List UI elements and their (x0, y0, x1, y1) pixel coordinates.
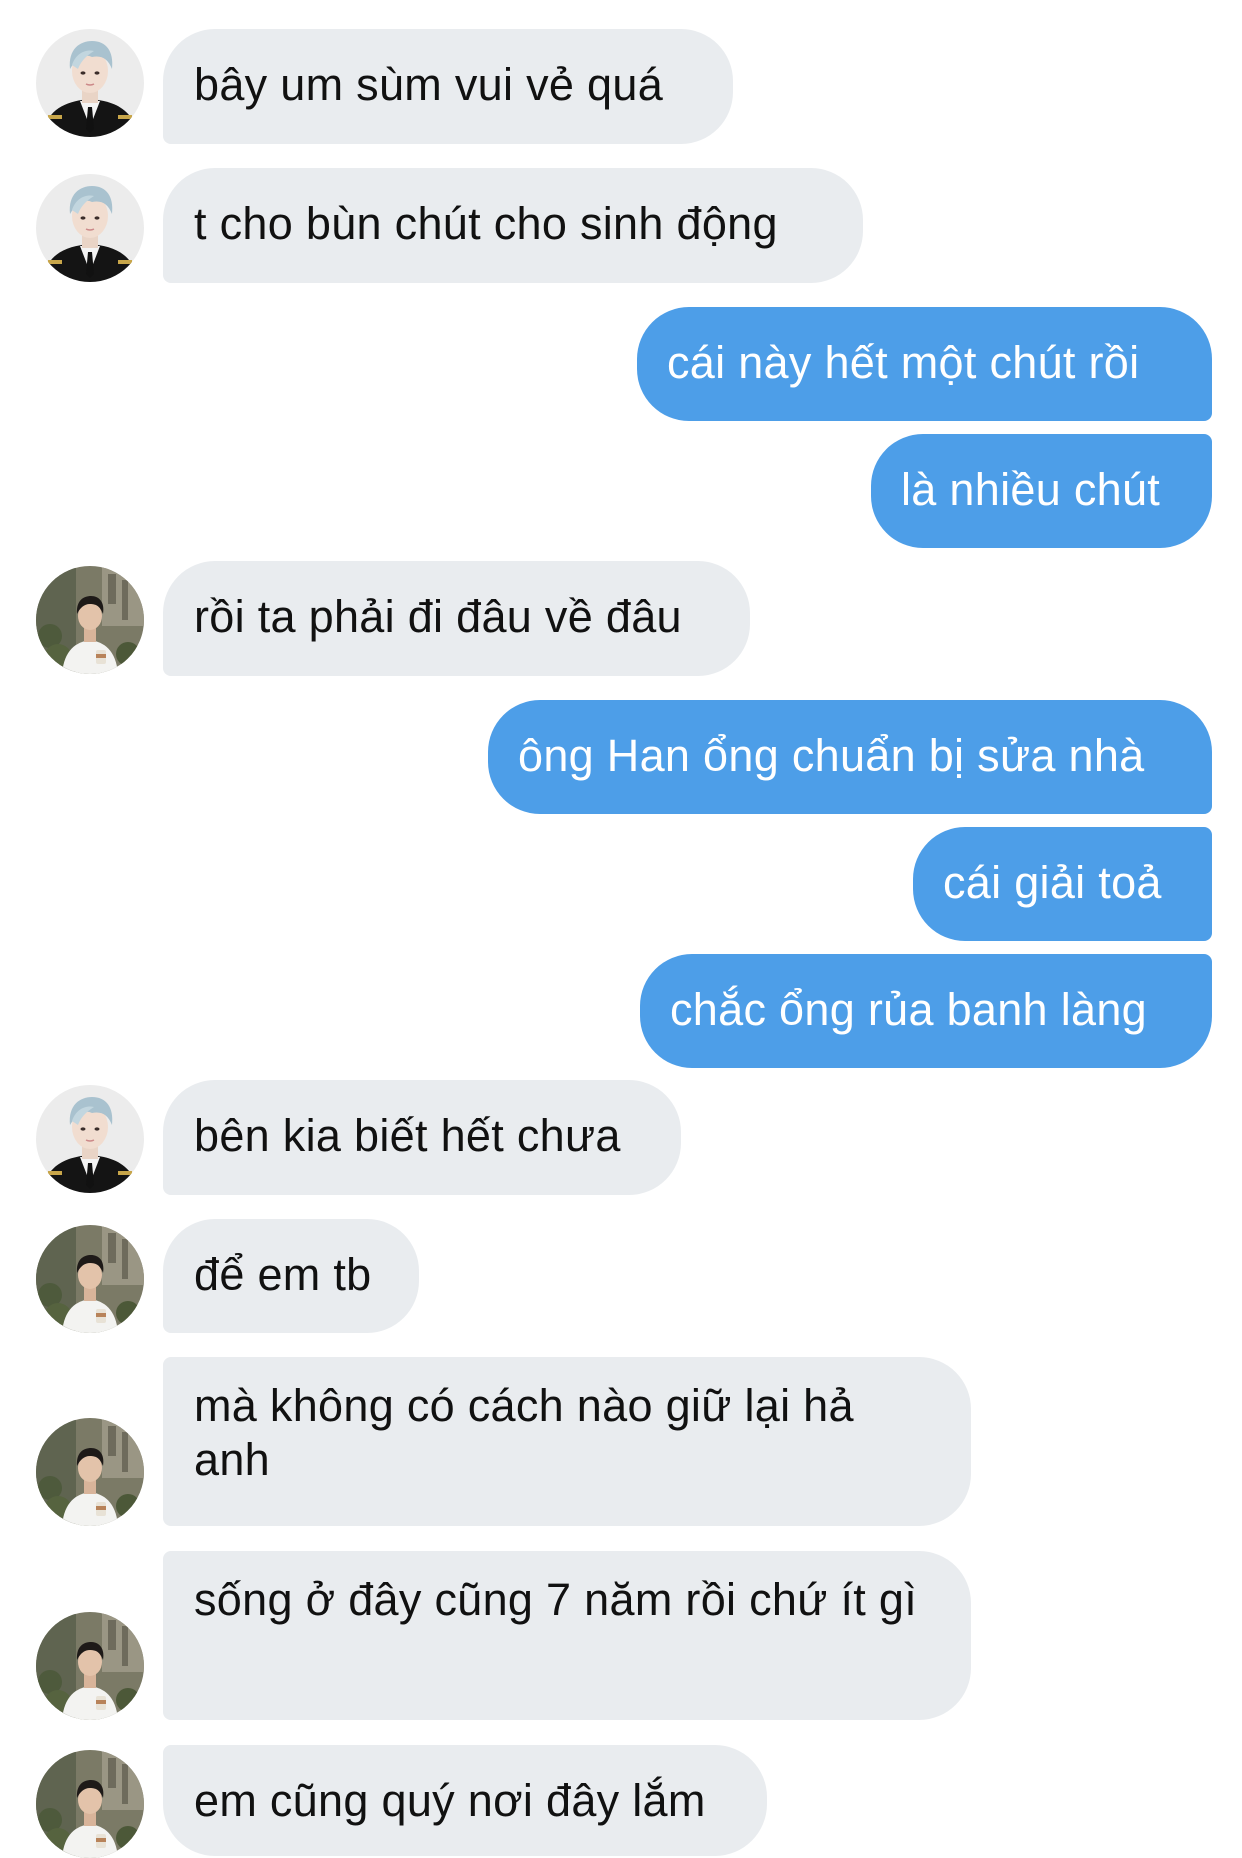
chat-thread: bây um sùm vui vẻ quá t cho bùn chút cho… (0, 0, 1242, 1858)
incoming-message-bubble[interactable]: sống ở đây cũng 7 năm rồi chứ ít gì (163, 1551, 971, 1720)
incoming-message-bubble[interactable]: rồi ta phải đi đâu về đâu (163, 561, 750, 676)
incoming-message-bubble[interactable]: em cũng quý nơi đây lắm (163, 1745, 767, 1856)
incoming-message-bubble[interactable]: bên kia biết hết chưa (163, 1080, 681, 1195)
outgoing-message-bubble[interactable]: cái này hết một chút rồi (637, 307, 1212, 421)
incoming-message-bubble[interactable]: để em tb (163, 1219, 419, 1333)
avatar-white-shirt-outdoor-icon (36, 1612, 144, 1720)
avatar[interactable] (36, 1418, 144, 1526)
avatar[interactable] (36, 1085, 144, 1193)
incoming-message-bubble[interactable]: bây um sùm vui vẻ quá (163, 29, 733, 144)
avatar-silver-hair-uniform-icon (36, 1085, 144, 1193)
avatar[interactable] (36, 29, 144, 137)
avatar-white-shirt-outdoor-icon (36, 1750, 144, 1858)
avatar-white-shirt-outdoor-icon (36, 1418, 144, 1526)
outgoing-message-bubble[interactable]: cái giải toả (913, 827, 1212, 941)
avatar[interactable] (36, 1225, 144, 1333)
avatar[interactable] (36, 174, 144, 282)
avatar-silver-hair-uniform-icon (36, 29, 144, 137)
avatar[interactable] (36, 1750, 144, 1858)
avatar[interactable] (36, 1612, 144, 1720)
incoming-message-bubble[interactable]: mà không có cách nào giữ lại hả anh (163, 1357, 971, 1526)
avatar-white-shirt-outdoor-icon (36, 1225, 144, 1333)
outgoing-message-bubble[interactable]: là nhiều chút (871, 434, 1212, 548)
outgoing-message-bubble[interactable]: chắc ổng rủa banh làng (640, 954, 1212, 1068)
avatar-white-shirt-outdoor-icon (36, 566, 144, 674)
outgoing-message-bubble[interactable]: ông Han ổng chuẩn bị sửa nhà (488, 700, 1212, 814)
avatar-silver-hair-uniform-icon (36, 174, 144, 282)
incoming-message-bubble[interactable]: t cho bùn chút cho sinh động (163, 168, 863, 283)
avatar[interactable] (36, 566, 144, 674)
